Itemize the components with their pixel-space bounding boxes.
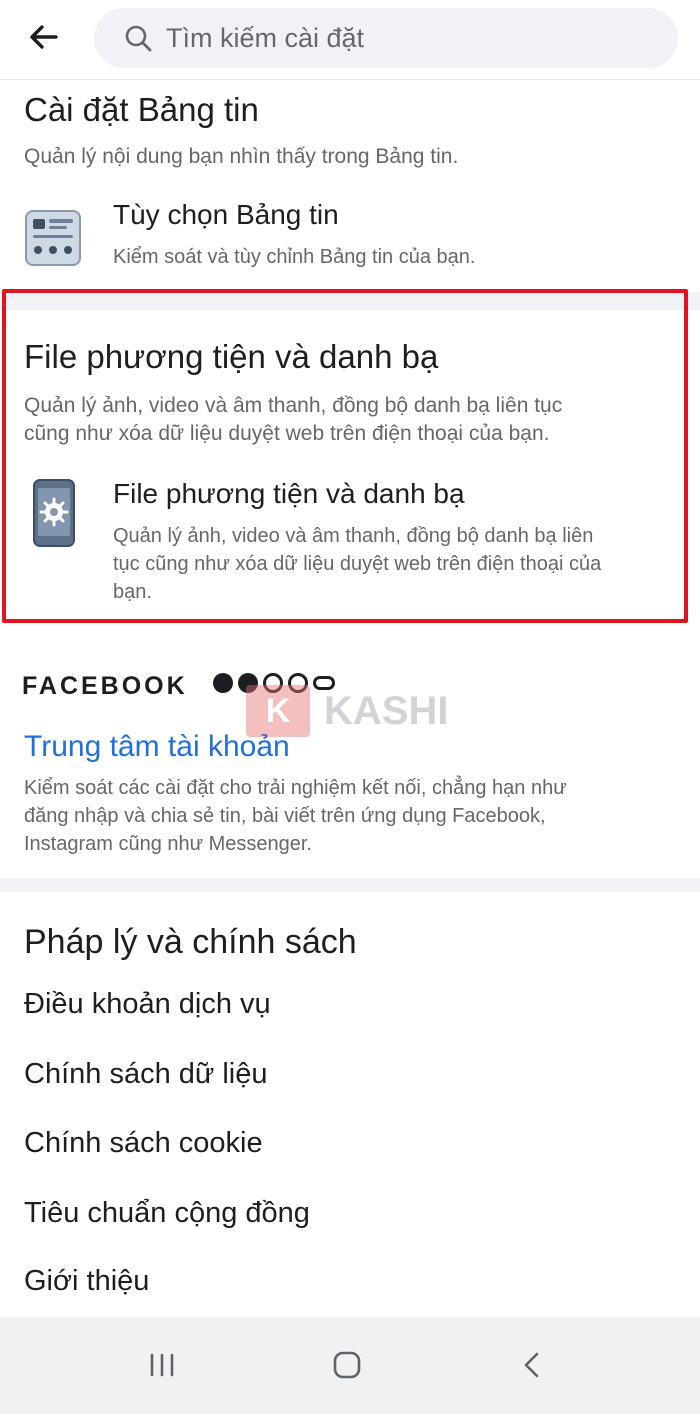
search-icon	[125, 25, 152, 52]
accounts-center-link[interactable]: Trung tâm tài khoản	[24, 730, 290, 764]
terms-of-service-link[interactable]: Điều khoản dịch vụ	[24, 988, 271, 1021]
facebook-icon	[213, 673, 233, 693]
accounts-center-description: Kiểm soát các cài đặt cho trải nghiệm kế…	[24, 774, 664, 858]
facebook-wordmark: FACEBOOK	[22, 672, 188, 700]
watermark-text: KASHI	[324, 688, 449, 733]
about-link[interactable]: Giới thiệu	[24, 1265, 149, 1298]
news-feed-preferences-description: Kiểm soát và tùy chỉnh Bảng tin của bạn.	[113, 246, 476, 268]
feed-settings-description: Quản lý nội dung bạn nhìn thấy trong Bản…	[24, 145, 459, 168]
top-bar	[0, 0, 700, 80]
highlight-box	[2, 289, 688, 623]
news-feed-preferences-item[interactable]: Tùy chọn Bảng tin Kiểm soát và tùy chỉnh…	[0, 193, 700, 283]
feed-settings-section: Cài đặt Bảng tin Quản lý nội dung bạn nh…	[0, 81, 700, 292]
home-button[interactable]	[317, 1343, 377, 1387]
section-spacer	[0, 628, 700, 636]
accounts-center-description-line-1: Kiểm soát các cài đặt cho trải nghiệm kế…	[24, 777, 567, 799]
section-divider	[0, 878, 700, 892]
community-standards-link[interactable]: Tiêu chuẩn cộng đồng	[24, 1197, 310, 1230]
legal-policies-title: Pháp lý và chính sách	[24, 923, 357, 961]
recent-apps-icon	[150, 1353, 174, 1377]
back-icon	[524, 1352, 539, 1378]
data-policy-link[interactable]: Chính sách dữ liệu	[24, 1058, 268, 1091]
recent-apps-button[interactable]	[132, 1343, 192, 1387]
accounts-center-description-line-3: Instagram cũng như Messenger.	[24, 833, 312, 855]
news-feed-preferences-title: Tùy chọn Bảng tin	[113, 199, 339, 230]
accounts-center-description-line-2: đăng nhập và chia sẻ tin, bài viết trên …	[24, 805, 546, 827]
cookie-policy-link[interactable]: Chính sách cookie	[24, 1127, 263, 1160]
system-back-button[interactable]	[502, 1343, 562, 1387]
back-arrow-button[interactable]	[18, 14, 68, 60]
search-bar[interactable]	[94, 8, 678, 68]
back-arrow-icon	[30, 25, 58, 49]
news-feed-icon	[25, 210, 81, 266]
search-input[interactable]	[166, 22, 636, 54]
system-navigation-bar	[0, 1317, 700, 1414]
feed-settings-title: Cài đặt Bảng tin	[24, 91, 259, 128]
home-icon	[333, 1351, 361, 1379]
